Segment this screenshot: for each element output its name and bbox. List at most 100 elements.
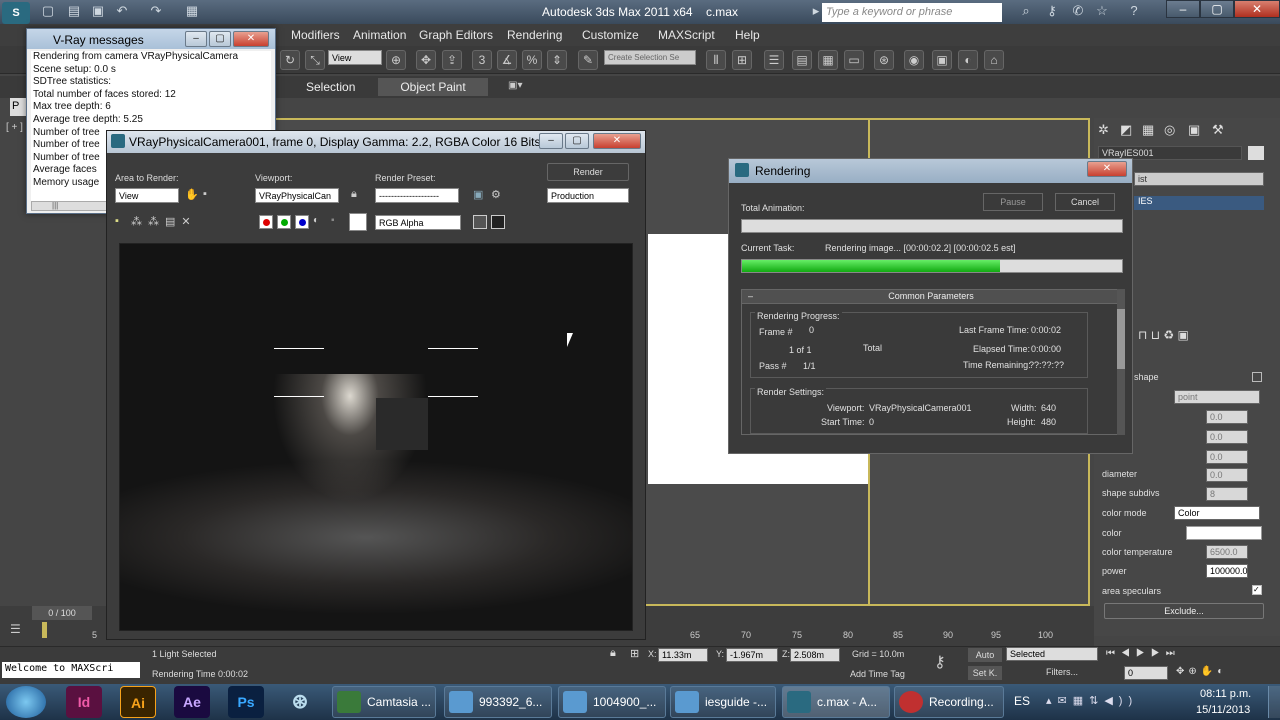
language-indicator[interactable]: ES [1014,694,1030,708]
taskbar-iesguide[interactable]: iesguide -... [670,686,776,718]
tab-selection[interactable]: Selection [296,78,365,96]
percent-snap-icon[interactable]: % [522,50,542,70]
vray-msg-maximize[interactable]: ▢ [209,31,231,47]
create-tab-icon[interactable]: ✲ [1098,122,1109,138]
key-icon[interactable]: ⚷ [1044,3,1060,19]
param-field-3[interactable]: 0.0 [1206,450,1248,464]
auto-key-button[interactable]: Auto [968,648,1002,662]
modifier-stack-item[interactable]: IES [1134,196,1264,210]
vfb-close[interactable]: ✕ [593,133,641,149]
indesign-icon[interactable]: Id [66,686,102,718]
filters-button[interactable]: Filters... [1046,667,1078,677]
save-image-icon[interactable]: ▪ [115,215,119,227]
menu-animation[interactable]: Animation [353,28,406,42]
color-swatch[interactable] [1186,526,1262,540]
project-folder-icon[interactable]: ▦ [184,3,200,19]
z-coord-field[interactable]: 2.508m [790,648,840,662]
open-file-icon[interactable]: ▤ [66,3,82,19]
shape-subdivs-field[interactable]: 8 [1206,487,1248,501]
render-preset-dropdown[interactable]: -------------------- [375,188,459,203]
red-channel-button[interactable] [259,215,273,229]
schematic-icon[interactable]: ⊛ [874,50,894,70]
rotate-icon[interactable]: ↻ [280,50,300,70]
taskbar-recording[interactable]: Recording... [894,686,1004,718]
maximize-button[interactable]: ▢ [1200,0,1234,18]
time-slider[interactable]: 0 / 100 [32,606,92,620]
reference-coord-dropdown[interactable]: View [328,50,382,65]
rendering-dialog-scrollbar[interactable] [1117,289,1125,435]
menu-graph-editors[interactable]: Graph Editors [419,28,493,42]
key-filter-dropdown[interactable]: Selected [1006,647,1098,661]
layer-icon[interactable]: ☰ [764,50,784,70]
color-mode-dropdown[interactable]: Color [1174,506,1260,520]
cancel-button[interactable]: Cancel [1055,193,1115,211]
viewport-lock-icon[interactable]: 🔒︎ [351,188,357,201]
preset-save-icon[interactable]: ▣ [473,188,483,201]
common-params-header[interactable]: – Common Parameters [742,290,1120,304]
menu-maxscript[interactable]: MAXScript [658,28,715,42]
redo-icon[interactable]: ↷ [148,3,164,19]
display-correction-icon[interactable] [491,215,505,229]
region-lock-icon[interactable]: ▪ [203,188,207,200]
named-selection-dropdown[interactable]: Create Selection Se [604,50,696,65]
after-effects-icon[interactable]: Ae [174,686,210,718]
taskbar-3dsmax[interactable]: c.max - A... [782,686,890,718]
start-button-icon[interactable] [6,686,46,718]
modify-tab-icon[interactable]: ◩ [1120,122,1132,138]
edit-named-sel-icon[interactable]: ✎ [578,50,598,70]
new-file-icon[interactable]: ▢ [40,3,56,19]
render-teapot-icon[interactable]: ⌂ [984,50,1004,70]
color-swatch-white[interactable] [349,213,367,231]
set-key-icon[interactable]: ⚷ [934,652,946,672]
photoshop-icon[interactable]: Ps [228,686,264,718]
rendered-frame-icon[interactable]: ◐ [958,50,978,70]
clock-date[interactable]: 15/11/2013 [1196,704,1250,716]
power-field[interactable]: 100000.0 [1206,564,1248,578]
utilities-tab-icon[interactable]: ⚒ [1212,122,1224,138]
menu-customize[interactable]: Customize [582,28,639,42]
favorites-icon[interactable]: ☆ [1094,3,1110,19]
taskbar-photo-1[interactable]: 993392_6... [444,686,552,718]
scale-icon[interactable]: ⤡ [305,50,325,70]
motion-tab-icon[interactable]: ◎ [1164,122,1175,138]
vfb-minimize[interactable]: – [539,133,563,149]
region-hand-icon[interactable]: ✋ [185,188,199,201]
app-logo-icon[interactable]: S [2,2,30,24]
display-tab-icon[interactable]: ▣ [1188,122,1200,138]
rendering-close[interactable]: ✕ [1087,161,1127,177]
menu-modifiers[interactable]: Modifiers [291,28,340,42]
vray-msg-minimize[interactable]: – [185,31,207,47]
vray-messages-titlebar[interactable]: V-Ray messages – ▢ ✕ [27,29,275,49]
communication-icon[interactable]: ✆ [1070,3,1086,19]
param-field-1[interactable]: 0.0 [1206,410,1248,424]
vfb-maximize[interactable]: ▢ [565,133,589,149]
current-frame-field[interactable]: 0 [1124,666,1168,680]
illustrator-icon[interactable]: Ai [120,686,156,718]
channel-dropdown[interactable]: RGB Alpha [375,215,461,230]
binoculars-icon[interactable]: ⌕ [1018,3,1034,19]
param-field-2[interactable]: 0.0 [1206,430,1248,444]
pivot-icon[interactable]: ⊕ [386,50,406,70]
production-dropdown[interactable]: Production [547,188,629,203]
clock-time[interactable]: 08:11 p.m. [1200,688,1251,700]
undo-icon[interactable]: ↶ [114,3,130,19]
lock-icon[interactable]: 🔒︎ [610,647,616,660]
render-button[interactable]: Render [547,163,629,181]
tab-object-paint[interactable]: Object Paint [378,78,488,96]
trackbar-menu-icon[interactable]: ☰ [10,622,21,636]
move-icon[interactable]: ✥ [416,50,436,70]
minimize-button[interactable]: – [1166,0,1200,18]
show-desktop-button[interactable] [1268,686,1280,718]
shape-type-dropdown[interactable]: point [1174,390,1260,404]
taskbar-photo-2[interactable]: 1004900_... [558,686,666,718]
tray-icons[interactable]: ▴✉▦⇅◀)) [1046,694,1138,707]
blue-channel-button[interactable] [295,215,309,229]
material-editor-icon[interactable]: ◉ [904,50,924,70]
modifier-list-dropdown[interactable]: ist [1134,172,1264,186]
help-icon[interactable]: ? [1126,3,1142,19]
diameter-field[interactable]: 0.0 [1206,468,1248,482]
playback-controls[interactable]: ⏮◀▶▶⏭ [1106,648,1181,659]
ribbon-options-icon[interactable]: ▣▾ [508,80,522,91]
menu-rendering[interactable]: Rendering [507,28,562,42]
pause-button[interactable]: Pause [983,193,1043,211]
